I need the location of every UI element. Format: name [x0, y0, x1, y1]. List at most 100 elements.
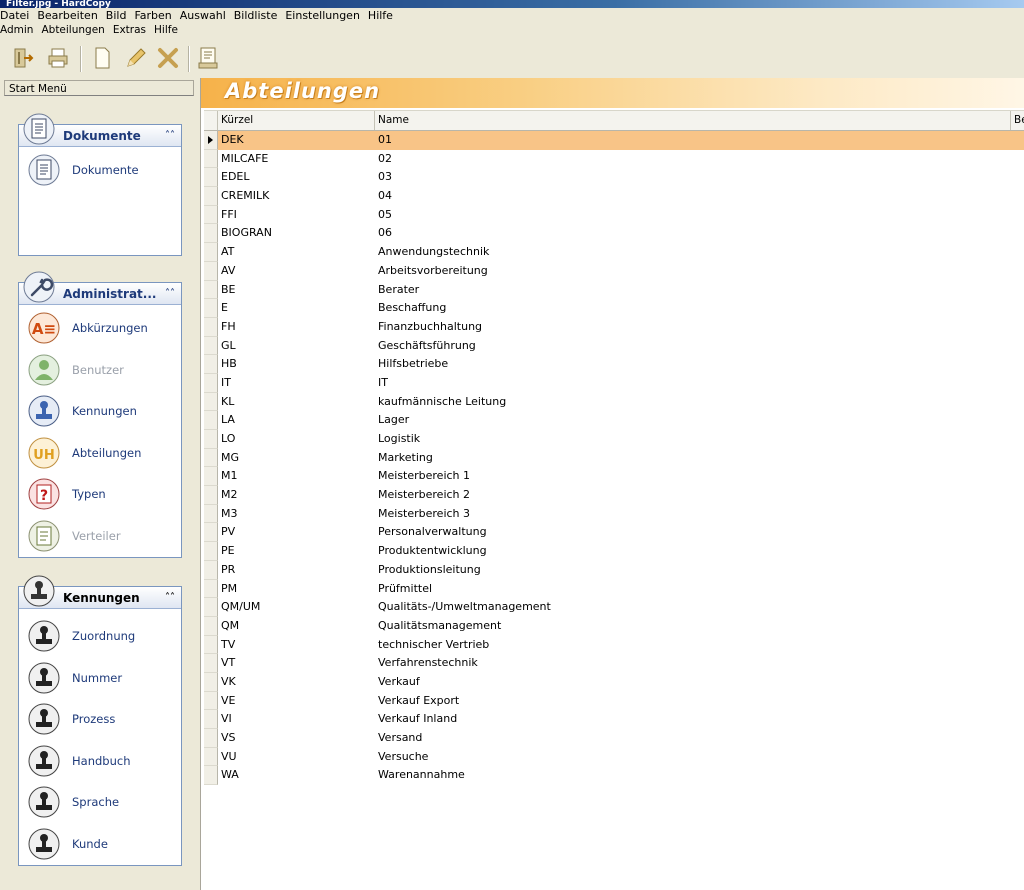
row-selector[interactable] [204, 280, 218, 300]
row-selector[interactable] [204, 710, 218, 729]
cell-kuerzel[interactable]: QM/UM [221, 598, 260, 617]
cell-kuerzel[interactable]: EDEL [221, 168, 250, 187]
collapse-chevron-icon[interactable]: ˄˄ [165, 125, 175, 147]
row-selector[interactable] [204, 355, 218, 374]
cell-name[interactable]: 03 [378, 168, 392, 187]
row-selector[interactable] [204, 299, 218, 318]
menu-farben[interactable]: Farben [130, 8, 175, 24]
cell-name[interactable]: Meisterbereich 1 [378, 467, 470, 486]
cell-name[interactable]: Berater [378, 281, 419, 300]
cell-kuerzel[interactable]: TV [221, 636, 235, 655]
cell-kuerzel[interactable]: VI [221, 710, 232, 729]
menu-bild[interactable]: Bild [102, 8, 131, 24]
menu-admin[interactable]: Admin [0, 24, 37, 36]
row-selector[interactable] [204, 317, 218, 337]
cell-kuerzel[interactable]: AV [221, 262, 235, 281]
cell-kuerzel[interactable]: PM [221, 580, 237, 599]
row-selector[interactable] [204, 168, 218, 188]
cell-kuerzel[interactable]: LA [221, 411, 235, 430]
row-selector[interactable] [204, 467, 218, 487]
row-selector[interactable] [204, 411, 218, 430]
cell-kuerzel[interactable]: VS [221, 729, 236, 748]
column-header-kuerzel[interactable]: Kürzel [218, 111, 375, 130]
menu-einstellungen[interactable]: Einstellungen [281, 8, 364, 24]
table-row[interactable]: VE Verkauf Export [204, 691, 1024, 711]
table-row[interactable]: M3 Meisterbereich 3 [204, 504, 1024, 524]
row-selector[interactable] [204, 486, 218, 505]
sidebar-item-kunde[interactable]: Kunde [27, 827, 177, 861]
cell-name[interactable]: technischer Vertrieb [378, 636, 489, 655]
cell-name[interactable]: Produktionsleitung [378, 561, 481, 580]
menu-datei[interactable]: Datei [0, 8, 33, 24]
cell-kuerzel[interactable]: MILCAFE [221, 150, 268, 169]
row-selector[interactable] [204, 672, 218, 692]
row-selector[interactable] [204, 504, 218, 524]
sidebar-item-benutzer[interactable]: Benutzer [27, 353, 177, 387]
cell-name[interactable]: Verkauf Inland [378, 710, 457, 729]
row-selector[interactable] [204, 635, 218, 655]
table-row[interactable]: PV Personalverwaltung [204, 523, 1024, 543]
row-selector[interactable] [204, 560, 218, 580]
row-selector[interactable] [204, 187, 218, 206]
row-selector[interactable] [204, 729, 218, 748]
table-row[interactable]: PR Produktionsleitung [204, 560, 1024, 580]
cell-name[interactable]: Finanzbuchhaltung [378, 318, 482, 337]
cell-kuerzel[interactable]: WA [221, 766, 239, 785]
collapse-chevron-icon[interactable]: ˄˄ [165, 283, 175, 305]
menu-bearbeiten[interactable]: Bearbeiten [33, 8, 101, 24]
sidebar-item-handbuch[interactable]: Handbuch [27, 744, 177, 778]
sidebar-item-sprache[interactable]: Sprache [27, 785, 177, 819]
cell-kuerzel[interactable]: PR [221, 561, 235, 580]
cell-name[interactable]: Verfahrenstechnik [378, 654, 478, 673]
row-selector[interactable] [204, 430, 218, 449]
table-row[interactable]: VT Verfahrenstechnik [204, 654, 1024, 673]
table-row[interactable]: QM/UM Qualitäts-/Umweltmanagement [204, 598, 1024, 617]
cell-kuerzel[interactable]: FH [221, 318, 236, 337]
cell-name[interactable]: Verkauf [378, 673, 420, 692]
cell-name[interactable]: Warenannahme [378, 766, 465, 785]
column-header-name[interactable]: Name [375, 111, 1011, 130]
menu-auswahl[interactable]: Auswahl [176, 8, 230, 24]
cell-name[interactable]: Lager [378, 411, 409, 430]
row-selector[interactable] [204, 131, 218, 150]
cell-name[interactable]: 02 [378, 150, 392, 169]
table-row[interactable]: FH Finanzbuchhaltung [204, 317, 1024, 337]
cell-name[interactable]: IT [378, 374, 388, 393]
exit-icon[interactable] [10, 46, 34, 70]
sidebar-item-kennungen[interactable]: Kennungen [27, 394, 177, 428]
cell-name[interactable]: 06 [378, 224, 392, 243]
cell-name[interactable]: Geschäftsführung [378, 337, 476, 356]
row-selector[interactable] [204, 691, 218, 711]
row-selector[interactable] [204, 205, 218, 225]
table-row[interactable]: HB Hilfsbetriebe [204, 355, 1024, 374]
sidebar-item-verteiler[interactable]: Verteiler [27, 519, 177, 553]
cell-kuerzel[interactable]: CREMILK [221, 187, 269, 206]
row-selector[interactable] [204, 523, 218, 543]
table-row[interactable]: LA Lager [204, 411, 1024, 430]
group-header-kennungen[interactable]: Kennungen ˄˄ [19, 575, 181, 609]
menu-hilfe-app[interactable]: Hilfe [150, 24, 182, 36]
cell-kuerzel[interactable]: MG [221, 449, 239, 468]
table-row[interactable]: VS Versand [204, 729, 1024, 748]
row-selector[interactable] [204, 261, 218, 281]
cell-kuerzel[interactable]: QM [221, 617, 239, 636]
row-selector[interactable] [204, 149, 218, 169]
table-row[interactable]: WA Warenannahme [204, 766, 1024, 786]
group-header-dokumente[interactable]: Dokumente ˄˄ [19, 113, 181, 147]
cell-name[interactable]: Arbeitsvorbereitung [378, 262, 488, 281]
cell-kuerzel[interactable]: KL [221, 393, 234, 412]
sidebar-item-dokumente[interactable]: Dokumente [27, 153, 177, 187]
table-row[interactable]: KL kaufmännische Leitung [204, 392, 1024, 412]
cell-kuerzel[interactable]: FFI [221, 206, 237, 225]
table-row[interactable]: BE Berater [204, 280, 1024, 300]
row-selector[interactable] [204, 766, 218, 786]
table-row[interactable]: FFI 05 [204, 205, 1024, 225]
cell-kuerzel[interactable]: E [221, 299, 228, 318]
cell-kuerzel[interactable]: BE [221, 281, 236, 300]
table-row[interactable]: MILCAFE 02 [204, 149, 1024, 169]
cell-kuerzel[interactable]: VU [221, 748, 237, 767]
table-row[interactable]: M1 Meisterbereich 1 [204, 467, 1024, 487]
cell-name[interactable]: Meisterbereich 2 [378, 486, 470, 505]
table-row[interactable]: AV Arbeitsvorbereitung [204, 261, 1024, 281]
table-row[interactable]: TV technischer Vertrieb [204, 635, 1024, 655]
